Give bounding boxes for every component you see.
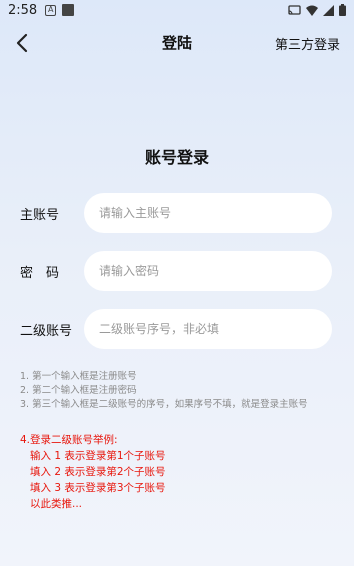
status-bar: 2:58 A <box>0 0 354 20</box>
status-icons <box>288 4 346 16</box>
main-account-input-wrap <box>84 193 332 233</box>
example-line: 输入 1 表示登录第1个子账号 <box>30 450 166 462</box>
login-heading: 账号登录 <box>144 148 209 167</box>
password-row: 密 码 <box>0 251 354 291</box>
status-time: 2:58 <box>8 2 38 18</box>
notification-a-icon: A <box>45 4 57 16</box>
example-line: 以此类推... <box>30 498 83 510</box>
sub-account-example: 4.登录二级账号举例: 输入 1 表示登录第1个子账号 填入 2 表示登录第2个… <box>20 432 340 512</box>
signal-icon <box>323 4 334 16</box>
password-input[interactable] <box>84 251 332 291</box>
sub-account-input[interactable] <box>84 309 332 349</box>
example-line: 填入 3 表示登录第3个子账号 <box>30 482 166 494</box>
main-account-label: 主账号 <box>20 208 60 223</box>
third-party-login-button[interactable]: 第三方登录 <box>275 34 340 53</box>
sub-account-row: 二级账号 <box>0 309 354 349</box>
instructions: 1. 第一个输入框是注册账号 2. 第二个输入框是注册密码 3. 第三个输入框是… <box>20 370 340 412</box>
example-title: 4.登录二级账号举例: <box>20 434 118 446</box>
note-line: 2. 第二个输入框是注册密码 <box>20 385 137 396</box>
main-account-row: 主账号 <box>0 193 354 233</box>
password-input-wrap <box>84 251 332 291</box>
note-line: 1. 第一个输入框是注册账号 <box>20 371 137 382</box>
notification-square-icon <box>62 4 75 16</box>
main-account-input[interactable] <box>84 193 332 233</box>
cast-icon <box>288 4 301 15</box>
wifi-icon <box>306 5 318 16</box>
example-line: 填入 2 表示登录第2个子账号 <box>30 466 166 478</box>
back-arrow-icon[interactable] <box>12 32 34 54</box>
nav-bar: 登陆 第三方登录 <box>0 26 354 60</box>
sub-account-label: 二级账号 <box>20 324 73 339</box>
battery-icon <box>339 4 346 16</box>
password-label: 密 码 <box>20 266 60 281</box>
sub-account-input-wrap <box>84 309 332 349</box>
note-line: 3. 第三个输入框是二级账号的序号，如果序号不填，就是登录主账号 <box>20 399 308 410</box>
